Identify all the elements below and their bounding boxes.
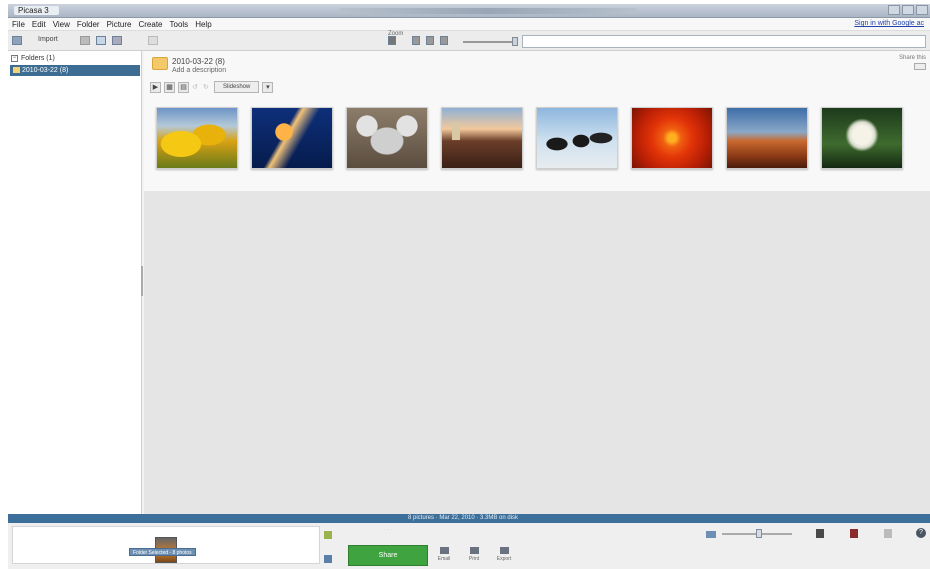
person-icon[interactable]: [816, 529, 824, 538]
photo-tray: Folder Selected - 8 photos · · · Share E…: [8, 523, 930, 569]
slideshow-button[interactable]: Slideshow: [214, 81, 260, 93]
share-button[interactable]: Share: [348, 545, 428, 566]
email-icon: [439, 547, 449, 554]
thumbnail-size-handle[interactable]: [756, 529, 762, 538]
menu-edit[interactable]: Edit: [32, 20, 46, 29]
face-filter-icon[interactable]: [440, 36, 448, 45]
print-action[interactable]: Print: [464, 547, 484, 562]
view-list-icon[interactable]: [80, 36, 90, 45]
collage-icon[interactable]: ▦: [164, 81, 175, 93]
folder-sidebar: − Folders (1) 2010-03-22 (8): [8, 51, 142, 514]
hold-icon[interactable]: [324, 531, 332, 539]
close-button[interactable]: [916, 5, 928, 15]
menu-picture[interactable]: Picture: [107, 20, 132, 29]
album-description[interactable]: Add a description: [172, 67, 226, 74]
picasa-window: Picasa 3 File Edit View Folder Picture C…: [8, 4, 930, 569]
print-label: Print: [468, 556, 480, 562]
email-action[interactable]: Email: [434, 547, 454, 562]
library-content: 2010-03-22 (8) Add a description Share t…: [144, 51, 930, 514]
play-icon[interactable]: [388, 36, 396, 45]
rotate-right-icon[interactable]: ↻: [203, 83, 211, 91]
play-slideshow-icon[interactable]: ▶: [150, 81, 161, 93]
view-details-icon[interactable]: [112, 36, 122, 45]
album-share-area: Share this: [899, 55, 926, 72]
folders-root-label: Folders (1): [21, 55, 55, 62]
tray-panel: Folder Selected - 8 photos: [12, 526, 320, 564]
import-icon[interactable]: [12, 36, 22, 45]
maximize-button[interactable]: [902, 5, 914, 15]
album-section: 2010-03-22 (8) Add a description Share t…: [144, 51, 930, 191]
import-button[interactable]: Import: [38, 36, 58, 43]
menu-bar: File Edit View Folder Picture Create Too…: [8, 18, 930, 31]
folders-tree-root[interactable]: − Folders (1): [11, 55, 55, 62]
export-label: Export: [496, 556, 512, 562]
sidebar-splitter[interactable]: [141, 266, 143, 296]
thumbnail-tulips[interactable]: [156, 107, 238, 169]
zoom-slider-handle[interactable]: [512, 37, 518, 46]
tray-faint-controls: · · ·: [383, 527, 393, 533]
thumbnail-grid: [156, 107, 903, 169]
collapse-icon[interactable]: −: [11, 55, 18, 62]
window-controls: [888, 5, 928, 15]
menu-tools[interactable]: Tools: [170, 20, 189, 29]
menu-create[interactable]: Create: [138, 20, 162, 29]
status-text: 8 pictures · Mar 22, 2010 · 3.3MB on dis…: [408, 515, 519, 521]
dropdown-icon[interactable]: ▾: [262, 81, 274, 93]
map-pin-icon[interactable]: [850, 529, 858, 538]
search-input[interactable]: [522, 35, 926, 48]
album-folder-icon: [152, 57, 168, 70]
album-share-label: Share this: [898, 55, 926, 61]
movie-icon[interactable]: ▤: [178, 81, 189, 93]
video-filter-icon[interactable]: [426, 36, 434, 45]
album-share-button[interactable]: [914, 63, 926, 70]
star-filter-icon[interactable]: [412, 36, 420, 45]
thumbnail-hydrangeas[interactable]: [821, 107, 903, 169]
thumbnail-desert[interactable]: [726, 107, 808, 169]
add-to-album-icon[interactable]: [324, 555, 332, 563]
folder-icon: [13, 67, 20, 73]
selected-folder-item[interactable]: 2010-03-22 (8): [10, 65, 140, 76]
status-bar: 8 pictures · Mar 22, 2010 · 3.3MB on dis…: [8, 514, 930, 523]
rotate-left-icon[interactable]: ↺: [192, 83, 200, 91]
sign-in-link[interactable]: Sign in with Google ac: [854, 20, 924, 27]
thumbnail-size-icon: [706, 531, 716, 538]
print-icon: [469, 547, 479, 554]
tray-selection-label: Folder Selected - 8 photos: [129, 548, 196, 556]
export-action[interactable]: Export: [494, 547, 514, 562]
album-title[interactable]: 2010-03-22 (8): [172, 57, 225, 66]
menu-file[interactable]: File: [12, 20, 25, 29]
minimize-button[interactable]: [888, 5, 900, 15]
menu-view[interactable]: View: [53, 20, 70, 29]
thumbnail-lighthouse[interactable]: [441, 107, 523, 169]
selected-folder-label: 2010-03-22 (8): [22, 67, 69, 74]
export-icon: [499, 547, 509, 554]
title-bar: Picasa 3: [8, 4, 930, 18]
email-label: Email: [437, 556, 451, 562]
toolbar: Import Zoom: [8, 31, 930, 51]
thumbnail-chrysanthemum[interactable]: [631, 107, 713, 169]
people-icon[interactable]: [148, 36, 158, 45]
title-bar-fill: [338, 8, 638, 14]
album-toolbar: ▶ ▦ ▤ ↺ ↻ Slideshow ▾: [150, 81, 274, 93]
menu-folder[interactable]: Folder: [77, 20, 100, 29]
window-title: Picasa 3: [14, 6, 59, 15]
thumbnail-koala[interactable]: [346, 107, 428, 169]
view-thumbnails-icon[interactable]: [96, 36, 106, 45]
tag-icon[interactable]: [884, 529, 892, 538]
thumbnail-penguins[interactable]: [536, 107, 618, 169]
menu-help[interactable]: Help: [195, 20, 211, 29]
help-icon[interactable]: ?: [916, 528, 926, 538]
zoom-slider[interactable]: [463, 41, 515, 43]
thumbnail-jellyfish[interactable]: [251, 107, 333, 169]
